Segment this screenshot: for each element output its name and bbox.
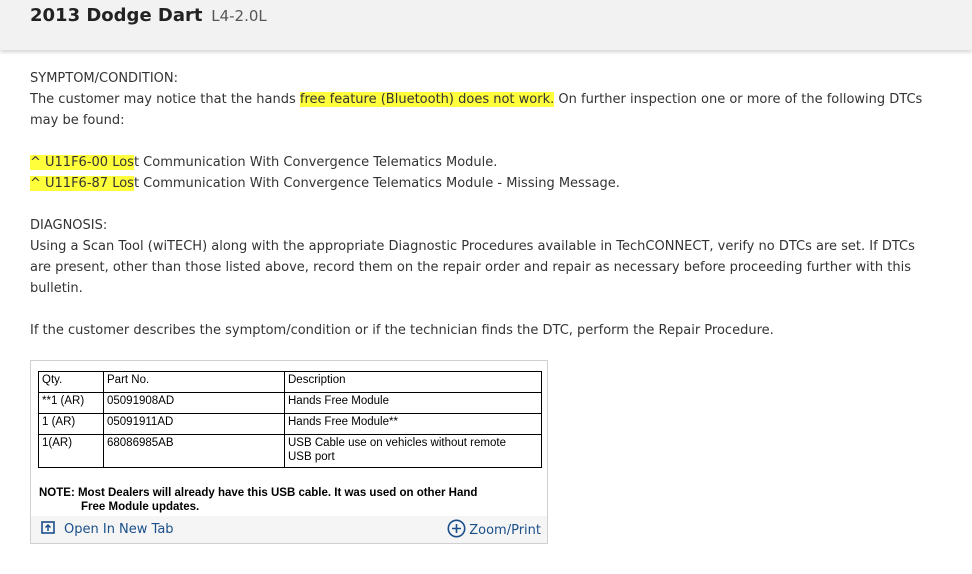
symptom-text-pre: The customer may notice that the hands xyxy=(30,92,300,107)
page-header: 2013 Dodge Dart L4-2.0L xyxy=(0,0,972,50)
dtc-description: t Communication With Convergence Telemat… xyxy=(133,155,498,170)
diagnosis-heading: DIAGNOSIS: xyxy=(30,218,108,233)
vehicle-title: 2013 Dodge Dart L4-2.0L xyxy=(30,5,267,27)
cell-description: Hands Free Module** xyxy=(284,413,542,435)
note-line-2: Free Module updates. xyxy=(81,501,200,513)
dtc-code-highlight: ^ U11F6-87 Los xyxy=(30,176,134,191)
vehicle-engine: L4-2.0L xyxy=(211,7,267,25)
parts-figure: Qty. Part No. Description **1 (AR) 05091… xyxy=(30,360,548,544)
dtc-item: ^ U11F6-87 Lost Communication With Conve… xyxy=(30,173,935,194)
diagnosis-paragraph: Using a Scan Tool (wiTECH) along with th… xyxy=(30,239,915,296)
dtc-item: ^ U11F6-00 Lost Communication With Conve… xyxy=(30,152,935,173)
symptom-paragraph: The customer may notice that the hands f… xyxy=(30,89,935,131)
header-part-no: Part No. xyxy=(103,371,285,393)
vehicle-make-model: 2013 Dodge Dart xyxy=(30,5,203,26)
cell-qty: 1(AR) xyxy=(38,434,104,468)
cell-description: USB Cable use on vehicles without remote… xyxy=(284,434,542,468)
zoom-print-button[interactable]: Zoom/Print xyxy=(447,519,541,542)
open-new-tab-icon xyxy=(41,521,64,538)
cell-part-no: 05091908AD xyxy=(103,392,285,414)
table-header-row: Qty. Part No. Description xyxy=(38,371,542,393)
table-row: 1(AR) 68086985AB USB Cable use on vehicl… xyxy=(38,434,542,468)
zoom-plus-icon xyxy=(447,519,469,542)
parts-table: Qty. Part No. Description **1 (AR) 05091… xyxy=(38,371,542,468)
table-row: 1 (AR) 05091911AD Hands Free Module** xyxy=(38,413,542,435)
cell-qty: 1 (AR) xyxy=(38,413,104,435)
bulletin-body: SYMPTOM/CONDITION: The customer may noti… xyxy=(30,68,935,341)
open-in-new-tab-label: Open In New Tab xyxy=(64,522,174,537)
cell-qty: **1 (AR) xyxy=(38,392,104,414)
cell-part-no: 05091911AD xyxy=(103,413,285,435)
dtc-description: t Communication With Convergence Telemat… xyxy=(133,176,620,191)
repair-paragraph: If the customer describes the symptom/co… xyxy=(30,323,774,338)
figure-toolbar: Open In New Tab Zoom/Print xyxy=(31,516,547,543)
zoom-print-label: Zoom/Print xyxy=(469,523,541,538)
cell-part-no: 68086985AB xyxy=(103,434,285,468)
cell-description: Hands Free Module xyxy=(284,392,542,414)
open-in-new-tab-button[interactable]: Open In New Tab xyxy=(41,521,174,538)
header-description: Description xyxy=(284,371,542,393)
table-row: **1 (AR) 05091908AD Hands Free Module xyxy=(38,392,542,414)
note-line-1: NOTE: Most Dealers will already have thi… xyxy=(39,487,478,499)
dtc-code-highlight: ^ U11F6-00 Los xyxy=(30,155,134,170)
parts-note: NOTE: Most Dealers will already have thi… xyxy=(39,486,539,514)
header-qty: Qty. xyxy=(38,371,104,393)
symptom-heading: SYMPTOM/CONDITION: xyxy=(30,71,179,86)
symptom-highlight: free feature (Bluetooth) does not work. xyxy=(299,92,555,107)
